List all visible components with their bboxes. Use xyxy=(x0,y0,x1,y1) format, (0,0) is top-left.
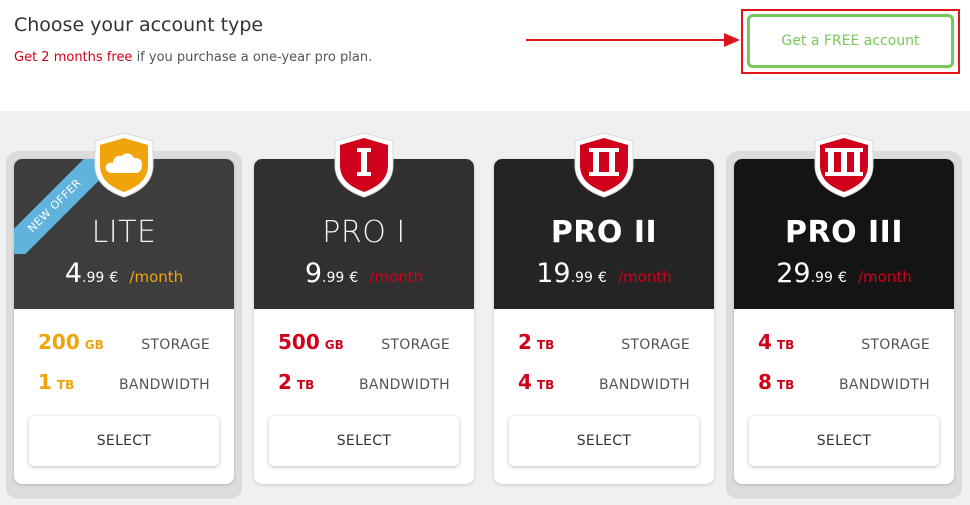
bandwidth-value: 2 xyxy=(278,370,292,394)
shield-roman-two-icon xyxy=(574,132,634,198)
bandwidth-value: 4 xyxy=(518,370,532,394)
price-currency: € xyxy=(597,270,607,286)
promo-highlight: Get 2 months free xyxy=(14,50,133,65)
storage-label: STORAGE xyxy=(141,337,210,353)
plan-price: 4.99 € /month xyxy=(65,258,183,289)
plans-area: NEW OFFER LITE 4.99 € /month 200 GB STORA… xyxy=(0,111,970,505)
storage-unit: TB xyxy=(776,338,795,352)
plan-price: 29.99 € /month xyxy=(776,258,911,289)
bandwidth-amount: 1 TB xyxy=(38,370,74,394)
plan-card-pro-i: PRO I 9.99 € /month 500 GB STORAGE 2 TB BA… xyxy=(254,159,474,484)
plan-features: 2 TB STORAGE 4 TB BANDWIDTH SELECT xyxy=(494,309,714,484)
plan-card-pro-ii: PRO II 19.99 € /month 2 TB STORAGE 4 TB BA… xyxy=(494,159,714,484)
select-pro-i-button[interactable]: SELECT xyxy=(269,416,459,466)
storage-value: 4 xyxy=(758,330,772,354)
price-period: /month xyxy=(857,268,912,286)
price-period: /month xyxy=(369,268,424,286)
bandwidth-unit: TB xyxy=(776,378,795,392)
price-decimal: .99 xyxy=(322,270,345,286)
storage-row: 200 GB STORAGE xyxy=(38,330,210,354)
bandwidth-label: BANDWIDTH xyxy=(599,377,690,393)
plan-price: 19.99 € /month xyxy=(536,258,671,289)
promo-text: if you purchase a one-year pro plan. xyxy=(132,50,373,65)
bandwidth-unit: TB xyxy=(296,378,315,392)
price-decimal: .99 xyxy=(810,270,833,286)
storage-amount: 2 TB xyxy=(518,330,554,354)
bandwidth-value: 1 xyxy=(38,370,52,394)
get-free-account-button[interactable]: Get a FREE account xyxy=(747,14,954,68)
select-lite-button[interactable]: SELECT xyxy=(29,416,219,466)
price-currency: € xyxy=(349,270,359,286)
storage-row: 500 GB STORAGE xyxy=(278,330,450,354)
shield-roman-one-icon xyxy=(334,132,394,198)
storage-amount: 500 GB xyxy=(278,330,344,354)
storage-unit: TB xyxy=(536,338,555,352)
storage-row: 4 TB STORAGE xyxy=(758,330,930,354)
price-currency: € xyxy=(837,270,847,286)
price-integer: 9 xyxy=(304,258,323,289)
plan-card-lite: NEW OFFER LITE 4.99 € /month 200 GB STORA… xyxy=(14,159,234,484)
plan-features: 4 TB STORAGE 8 TB BANDWIDTH SELECT xyxy=(734,309,954,484)
price-decimal: .99 xyxy=(570,270,593,286)
page-title: Choose your account type xyxy=(14,14,264,36)
storage-value: 500 xyxy=(278,330,320,354)
bandwidth-row: 2 TB BANDWIDTH xyxy=(278,370,450,394)
plan-price: 9.99 € /month xyxy=(305,258,423,289)
bandwidth-unit: TB xyxy=(56,378,75,392)
storage-value: 200 xyxy=(38,330,80,354)
price-integer: 29 xyxy=(776,258,811,289)
select-pro-ii-button[interactable]: SELECT xyxy=(509,416,699,466)
price-integer: 4 xyxy=(64,258,83,289)
bandwidth-label: BANDWIDTH xyxy=(359,377,450,393)
bandwidth-row: 1 TB BANDWIDTH xyxy=(38,370,210,394)
storage-unit: GB xyxy=(324,338,344,352)
bandwidth-label: BANDWIDTH xyxy=(119,377,210,393)
plan-name: PRO II xyxy=(550,215,658,250)
price-period: /month xyxy=(617,268,672,286)
storage-label: STORAGE xyxy=(621,337,690,353)
storage-label: STORAGE xyxy=(381,337,450,353)
promo-subtitle: Get 2 months free if you purchase a one-… xyxy=(14,50,372,65)
storage-amount: 200 GB xyxy=(38,330,104,354)
storage-amount: 4 TB xyxy=(758,330,794,354)
storage-row: 2 TB STORAGE xyxy=(518,330,690,354)
plan-card-pro-iii: PRO III 29.99 € /month 4 TB STORAGE 8 TB B… xyxy=(734,159,954,484)
bandwidth-amount: 2 TB xyxy=(278,370,314,394)
arrow-right-icon xyxy=(526,33,740,47)
storage-unit: GB xyxy=(84,338,104,352)
plan-name: PRO I xyxy=(322,215,406,250)
price-currency: € xyxy=(109,270,119,286)
bandwidth-value: 8 xyxy=(758,370,772,394)
price-period: /month xyxy=(129,268,184,286)
storage-label: STORAGE xyxy=(861,337,930,353)
price-integer: 19 xyxy=(536,258,571,289)
bandwidth-label: BANDWIDTH xyxy=(839,377,930,393)
bandwidth-amount: 4 TB xyxy=(518,370,554,394)
bandwidth-amount: 8 TB xyxy=(758,370,794,394)
page-header: Choose your account type Get 2 months fr… xyxy=(0,0,970,111)
plan-features: 500 GB STORAGE 2 TB BANDWIDTH SELECT xyxy=(254,309,474,484)
bandwidth-row: 4 TB BANDWIDTH xyxy=(518,370,690,394)
price-decimal: .99 xyxy=(82,270,105,286)
cloud-icon xyxy=(94,132,154,198)
storage-value: 2 xyxy=(518,330,532,354)
bandwidth-row: 8 TB BANDWIDTH xyxy=(758,370,930,394)
plan-name: PRO III xyxy=(784,215,904,250)
select-pro-iii-button[interactable]: SELECT xyxy=(749,416,939,466)
bandwidth-unit: TB xyxy=(536,378,555,392)
plan-features: 200 GB STORAGE 1 TB BANDWIDTH SELECT xyxy=(14,309,234,484)
shield-roman-three-icon xyxy=(814,132,874,198)
